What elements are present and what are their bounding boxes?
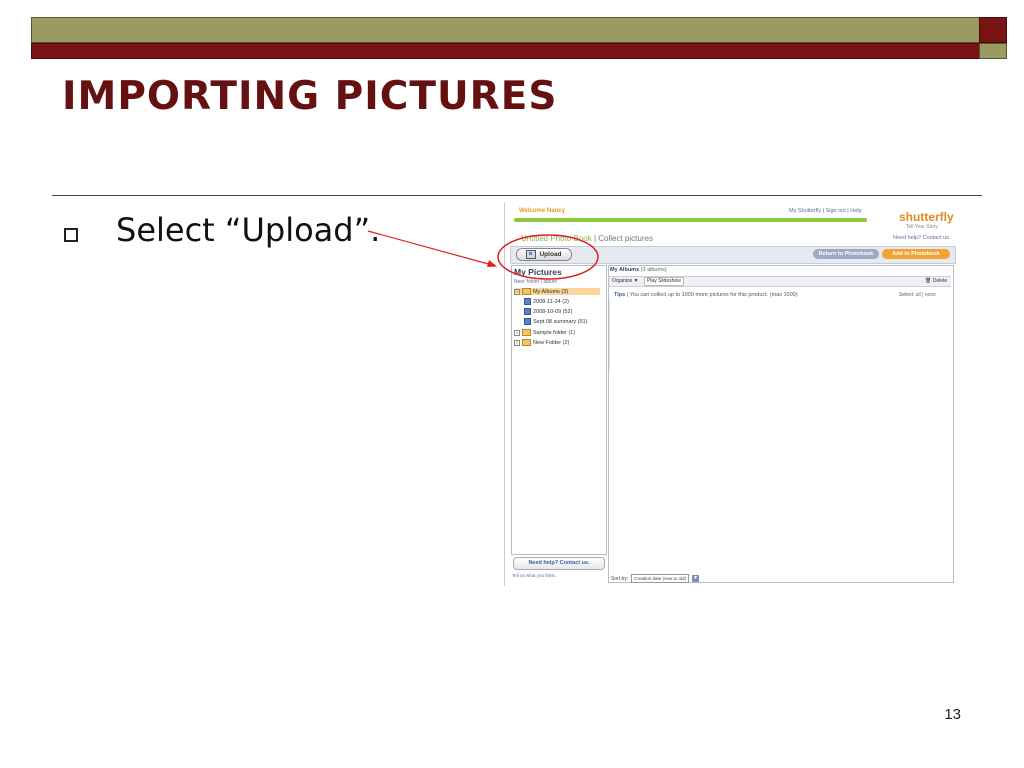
- header-banner: [31, 17, 1007, 59]
- tree-label: Sept 08 summary (51): [533, 318, 588, 325]
- welcome-text: Welcome Nancy: [519, 208, 565, 214]
- my-pictures-title: My Pictures: [514, 267, 562, 277]
- need-help-button[interactable]: Need help? Contact us.: [513, 557, 605, 570]
- banner-corner-square-bottom: [979, 43, 1007, 59]
- add-to-photobook-button[interactable]: Add to Photobook: [882, 249, 950, 259]
- new-folder-album-links[interactable]: New: folder | album: [514, 279, 557, 285]
- sort-label: Sort by:: [611, 575, 629, 582]
- tree-label: 2008-11-24 (2): [533, 298, 569, 305]
- bullet-text: Select “Upload”.: [116, 211, 381, 249]
- banner-maroon-bar: [31, 43, 980, 59]
- expand-icon[interactable]: +: [514, 339, 520, 346]
- tree-label: 2008-10-09 (52): [533, 308, 573, 315]
- albums-title: My Albums: [610, 267, 640, 273]
- title-divider: [52, 195, 982, 196]
- tree-label: My Albums (3): [533, 288, 569, 295]
- bullet-square-icon: [64, 228, 78, 242]
- tips-label: Tips: [614, 292, 626, 298]
- arrow-head-icon: [487, 260, 497, 267]
- sort-control: Sort by: Creation date (new to old) ▼: [611, 574, 700, 583]
- pointer-arrow-line: [367, 230, 493, 266]
- upload-button[interactable]: Upload: [516, 248, 572, 261]
- logo-tagline: Tell Your Story: [906, 224, 938, 230]
- top-links[interactable]: My Shutterfly | Sign out | Help: [789, 208, 862, 214]
- tips-text: You can collect up to 1000 more pictures…: [629, 292, 798, 298]
- tree-item-new-folder[interactable]: + New Folder (2): [514, 339, 569, 346]
- tree-label: Sample folder (1): [533, 329, 576, 336]
- organize-menu[interactable]: Organize ▼: [612, 278, 639, 284]
- banner-olive-bar: [31, 17, 980, 43]
- upload-label: Upload: [539, 251, 562, 258]
- albums-count: (3 albums): [640, 267, 667, 273]
- upload-icon: [526, 250, 537, 259]
- album-icon: [524, 298, 531, 305]
- select-none-link[interactable]: none: [925, 292, 936, 298]
- album-icon: [524, 308, 531, 315]
- chevron-down-icon[interactable]: ▼: [692, 575, 700, 582]
- slide-title: IMPORTING PICTURES: [62, 74, 558, 119]
- play-slideshow-button[interactable]: Play Slideshow: [644, 277, 684, 286]
- page-number: 13: [944, 706, 961, 723]
- folder-icon: [522, 339, 531, 346]
- delete-label: Delete: [932, 278, 948, 284]
- delete-button[interactable]: 🗑 Delete: [925, 278, 947, 284]
- return-to-photobook-button[interactable]: Return to Photobook: [813, 249, 879, 259]
- need-help-link[interactable]: Need help? Contact us.: [893, 235, 950, 241]
- albums-header: My Albums (3 albums): [610, 267, 667, 273]
- sort-select[interactable]: Creation date (new to old): [631, 574, 690, 583]
- album-icon: [524, 318, 531, 325]
- shutterfly-logo: shutterfly: [899, 210, 954, 224]
- select-label: Select:: [899, 292, 915, 298]
- feedback-link[interactable]: Tell us what you think.: [512, 573, 556, 578]
- book-subtitle: Collect pictures: [598, 234, 653, 243]
- tree-item-my-albums[interactable]: − My Albums (3): [514, 288, 600, 295]
- content-divider: [609, 300, 610, 370]
- book-title-line: Untitled Photo Book | Collect pictures: [521, 234, 653, 243]
- tree-item-album[interactable]: 2008-11-24 (2): [524, 298, 569, 305]
- select-all-link[interactable]: all: [916, 292, 921, 298]
- tree-item-sample-folder[interactable]: + Sample folder (1): [514, 329, 575, 336]
- tips-line: Tips | You can collect up to 1000 more p…: [614, 292, 798, 298]
- progress-green-bar: [514, 218, 867, 222]
- tree-label: New Folder (2): [533, 339, 570, 346]
- select-controls: Select: all | none: [899, 292, 936, 298]
- embedded-screenshot: Welcome Nancy My Shutterfly | Sign out |…: [504, 202, 957, 586]
- book-title[interactable]: Untitled Photo Book: [521, 234, 592, 243]
- albums-panel: [608, 265, 954, 583]
- folder-icon: [522, 329, 531, 336]
- expand-icon[interactable]: +: [514, 329, 520, 336]
- folder-icon: [522, 288, 531, 295]
- banner-corner-square-top: [979, 17, 1007, 43]
- tree-item-album[interactable]: 2008-10-09 (52): [524, 308, 572, 315]
- collapse-icon[interactable]: −: [514, 288, 520, 295]
- tree-item-album[interactable]: Sept 08 summary (51): [524, 318, 587, 325]
